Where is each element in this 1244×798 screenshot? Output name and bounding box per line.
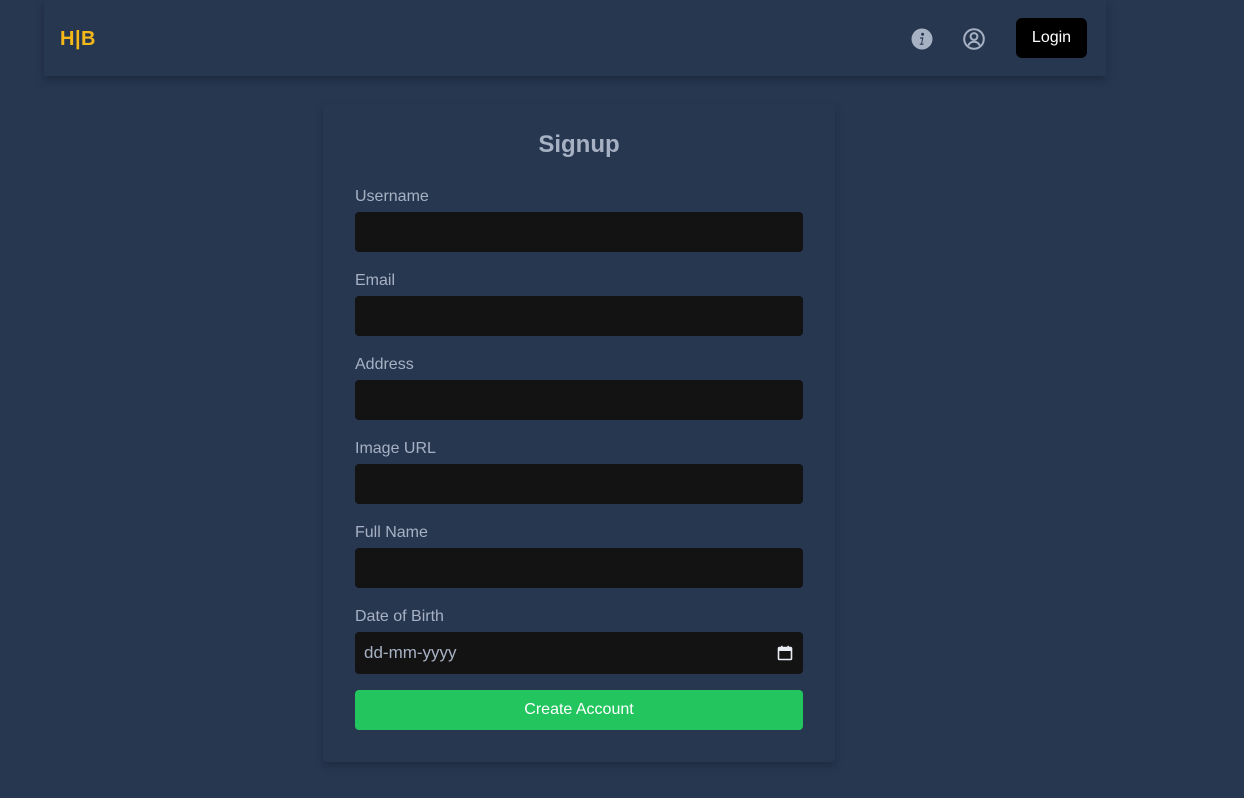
username-label: Username: [355, 188, 429, 205]
info-icon[interactable]: [910, 27, 934, 51]
full-name-input[interactable]: [355, 548, 803, 588]
logo[interactable]: H|B: [60, 27, 96, 51]
full-name-label: Full Name: [355, 524, 428, 541]
signup-card: Signup Username Email Address Image URL …: [323, 104, 835, 762]
date-of-birth-input[interactable]: dd-mm-yyyy: [355, 632, 803, 674]
image-url-label: Image URL: [355, 440, 436, 457]
image-url-input[interactable]: [355, 464, 803, 504]
create-account-button[interactable]: Create Account: [355, 690, 803, 730]
username-input[interactable]: [355, 212, 803, 252]
user-circle-icon[interactable]: [962, 27, 986, 51]
signup-title: Signup: [538, 131, 620, 158]
date-placeholder: dd-mm-yyyy: [364, 643, 457, 662]
date-of-birth-label: Date of Birth: [355, 608, 444, 625]
email-input[interactable]: [355, 296, 803, 336]
address-input[interactable]: [355, 380, 803, 420]
email-label: Email: [355, 272, 396, 289]
navbar: H|B Login: [44, 0, 1106, 76]
calendar-icon[interactable]: [777, 645, 793, 661]
address-label: Address: [355, 356, 414, 373]
login-button[interactable]: Login: [1016, 18, 1087, 58]
